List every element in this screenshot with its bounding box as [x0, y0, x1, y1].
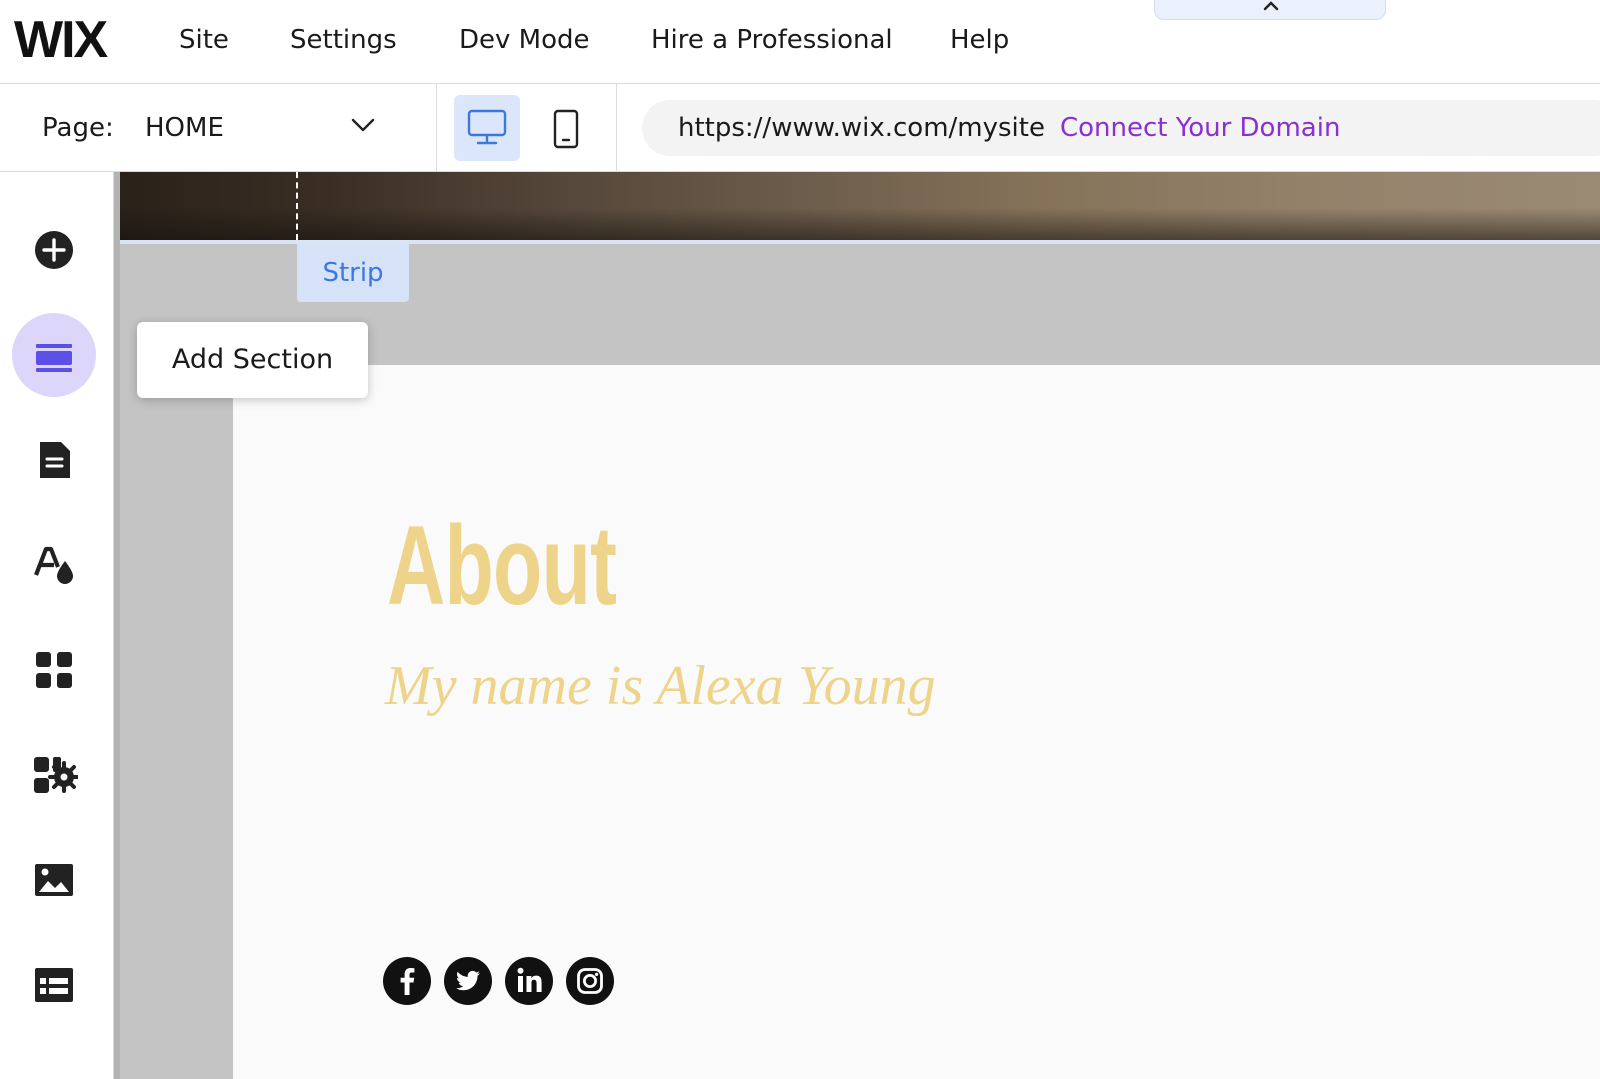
- about-section[interactable]: About My name is Alexa Young: [233, 365, 1600, 1079]
- add-elements-button[interactable]: [12, 208, 96, 292]
- desktop-icon: [467, 109, 507, 145]
- mobile-view-button[interactable]: [540, 95, 590, 161]
- menu-settings[interactable]: Settings: [290, 20, 397, 60]
- about-subtitle[interactable]: My name is Alexa Young: [385, 649, 936, 723]
- cms-button[interactable]: [12, 943, 96, 1027]
- twitter-icon[interactable]: [444, 957, 492, 1005]
- dashed-guide-line: [296, 172, 298, 240]
- page-selected-value[interactable]: HOME: [145, 108, 224, 148]
- canvas-edge: [114, 172, 120, 1079]
- strip-label-tag[interactable]: Strip: [297, 244, 409, 302]
- editor-toolbar: Page: HOME https://www.wix.com/mysite Co…: [0, 84, 1600, 172]
- apps-settings-icon: [34, 757, 78, 793]
- chevron-up-icon: [1263, 1, 1279, 11]
- site-url-bar: https://www.wix.com/mysite Connect Your …: [642, 100, 1600, 156]
- connect-domain-link[interactable]: Connect Your Domain: [1060, 108, 1340, 148]
- desktop-view-button[interactable]: [454, 95, 520, 161]
- menu-help[interactable]: Help: [950, 20, 1009, 60]
- chevron-down-icon[interactable]: [350, 116, 376, 134]
- site-design-button[interactable]: [12, 523, 96, 607]
- top-menu-bar: WIX Site Settings Dev Mode Hire a Profes…: [0, 0, 1600, 84]
- menu-hire-a-professional[interactable]: Hire a Professional: [651, 20, 893, 60]
- wix-logo[interactable]: WIX: [14, 8, 108, 72]
- instagram-icon[interactable]: [566, 957, 614, 1005]
- add-section-tooltip: Add Section: [137, 322, 368, 398]
- page-label: Page:: [42, 113, 114, 143]
- business-apps-button[interactable]: [12, 733, 96, 817]
- linkedin-icon[interactable]: [505, 957, 553, 1005]
- image-icon: [35, 864, 73, 896]
- page-document-icon: [40, 442, 70, 478]
- facebook-icon[interactable]: [383, 957, 431, 1005]
- site-url[interactable]: https://www.wix.com/mysite: [678, 108, 1045, 148]
- media-button[interactable]: [12, 838, 96, 922]
- divider: [436, 84, 437, 172]
- add-circle-icon: [35, 231, 73, 269]
- menu-dev-mode[interactable]: Dev Mode: [459, 20, 590, 60]
- collapse-topbar-button[interactable]: [1154, 0, 1386, 20]
- sections-icon: [36, 344, 72, 372]
- editor-canvas[interactable]: Strip About My name is Alexa Young: [114, 172, 1600, 1079]
- divider: [616, 84, 617, 172]
- sections-button[interactable]: [12, 313, 96, 397]
- pages-button[interactable]: [12, 418, 96, 502]
- mobile-icon: [553, 109, 579, 149]
- hero-image-shadow: [120, 208, 1600, 240]
- apps-grid-icon: [36, 652, 72, 688]
- menu-site[interactable]: Site: [179, 20, 229, 60]
- about-heading[interactable]: About: [387, 501, 617, 631]
- app-market-button[interactable]: [12, 628, 96, 712]
- text-and-color-icon: [34, 546, 73, 584]
- table-list-icon: [35, 968, 73, 1002]
- left-tool-sidebar: [0, 172, 114, 1079]
